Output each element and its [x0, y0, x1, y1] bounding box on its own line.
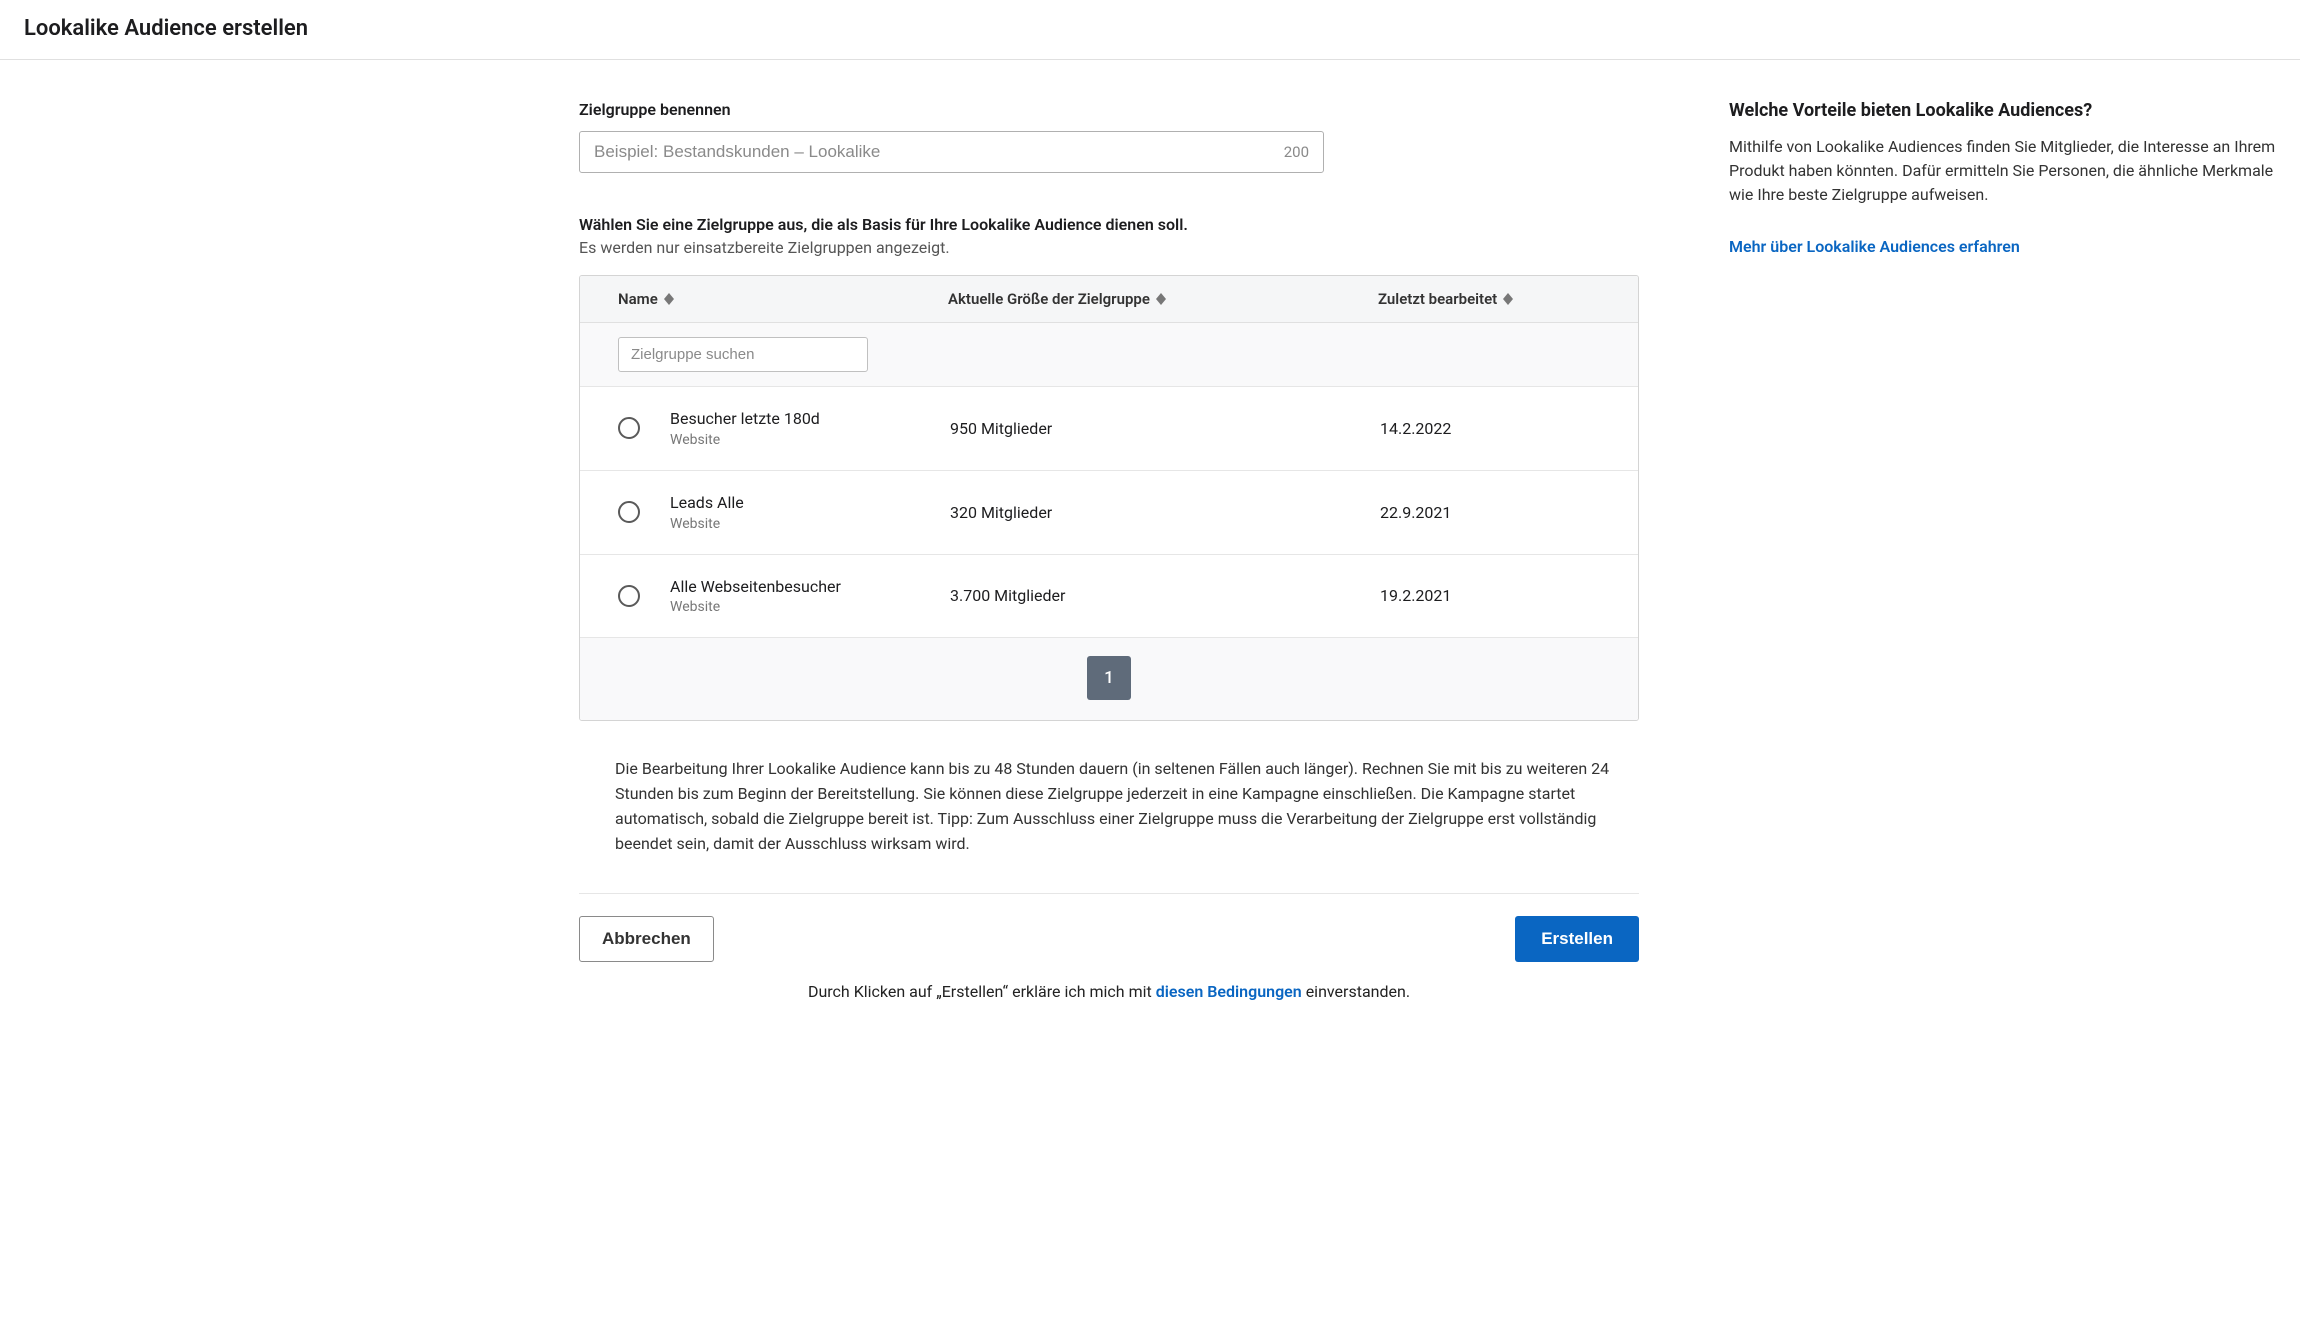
table-row[interactable]: Besucher letzte 180d Website 950 Mitglie…	[580, 387, 1638, 471]
create-button[interactable]: Erstellen	[1515, 916, 1639, 962]
sort-icon	[1156, 293, 1166, 305]
col-header-name-text: Name	[618, 290, 658, 308]
page-title: Lookalike Audience erstellen	[24, 16, 2276, 41]
row-date: 22.9.2021	[1380, 503, 1590, 522]
side-column: Welche Vorteile bieten Lookalike Audienc…	[1729, 100, 2276, 1001]
table-search-row	[580, 323, 1638, 387]
terms-pre: Durch Klicken auf „Erstellen“ erkläre ic…	[808, 982, 1156, 1001]
sort-icon	[1503, 293, 1513, 305]
pagination: 1	[580, 638, 1638, 720]
row-name: Leads Alle	[670, 493, 950, 514]
row-date: 19.2.2021	[1380, 586, 1590, 605]
row-radio[interactable]	[618, 417, 640, 439]
row-name: Besucher letzte 180d	[670, 409, 950, 430]
learn-more-link[interactable]: Mehr über Lookalike Audiences erfahren	[1729, 237, 2020, 256]
table-row[interactable]: Leads Alle Website 320 Mitglieder 22.9.2…	[580, 471, 1638, 555]
row-radio[interactable]	[618, 501, 640, 523]
terms-text: Durch Klicken auf „Erstellen“ erkläre ic…	[579, 982, 1639, 1001]
col-header-date-text: Zuletzt bearbeitet	[1378, 290, 1497, 308]
info-text: Die Bearbeitung Ihrer Lookalike Audience…	[579, 757, 1639, 856]
row-size: 320 Mitglieder	[950, 503, 1380, 522]
cancel-button[interactable]: Abbrechen	[579, 916, 714, 962]
name-field-label: Zielgruppe benennen	[579, 100, 1639, 119]
col-header-name[interactable]: Name	[618, 290, 948, 308]
sort-icon	[664, 293, 674, 305]
row-name-cell: Alle Webseitenbesucher Website	[670, 577, 950, 616]
page-number-current[interactable]: 1	[1087, 656, 1131, 700]
divider	[579, 893, 1639, 894]
table-head: Name Aktuelle Größe der Zielgruppe Zulet…	[580, 276, 1638, 323]
actions-row: Abbrechen Erstellen	[579, 916, 1639, 962]
page-body: Zielgruppe benennen 200 Wählen Sie eine …	[0, 60, 2300, 1041]
audience-name-input[interactable]	[594, 142, 1284, 162]
row-name-cell: Besucher letzte 180d Website	[670, 409, 950, 448]
audience-search-input[interactable]	[618, 337, 868, 372]
audience-table: Name Aktuelle Größe der Zielgruppe Zulet…	[579, 275, 1639, 721]
side-text: Mithilfe von Lookalike Audiences finden …	[1729, 135, 2276, 207]
row-type: Website	[670, 432, 950, 448]
name-input-wrap[interactable]: 200	[579, 131, 1324, 173]
char-count: 200	[1284, 143, 1309, 161]
side-title: Welche Vorteile bieten Lookalike Audienc…	[1729, 100, 2276, 121]
row-size: 3.700 Mitglieder	[950, 586, 1380, 605]
selection-subheading: Es werden nur einsatzbereite Zielgruppen…	[579, 238, 1639, 257]
col-header-size-text: Aktuelle Größe der Zielgruppe	[948, 290, 1150, 308]
row-name: Alle Webseitenbesucher	[670, 577, 950, 598]
row-type: Website	[670, 599, 950, 615]
table-row[interactable]: Alle Webseitenbesucher Website 3.700 Mit…	[580, 555, 1638, 639]
row-date: 14.2.2022	[1380, 419, 1590, 438]
main-column: Zielgruppe benennen 200 Wählen Sie eine …	[579, 100, 1639, 1001]
terms-link[interactable]: diesen Bedingungen	[1156, 982, 1302, 1001]
col-header-size[interactable]: Aktuelle Größe der Zielgruppe	[948, 290, 1378, 308]
terms-post: einverstanden.	[1302, 982, 1410, 1001]
page-header: Lookalike Audience erstellen	[0, 0, 2300, 60]
row-size: 950 Mitglieder	[950, 419, 1380, 438]
selection-heading: Wählen Sie eine Zielgruppe aus, die als …	[579, 215, 1639, 234]
row-type: Website	[670, 516, 950, 532]
row-name-cell: Leads Alle Website	[670, 493, 950, 532]
col-header-date[interactable]: Zuletzt bearbeitet	[1378, 290, 1588, 308]
row-radio[interactable]	[618, 585, 640, 607]
